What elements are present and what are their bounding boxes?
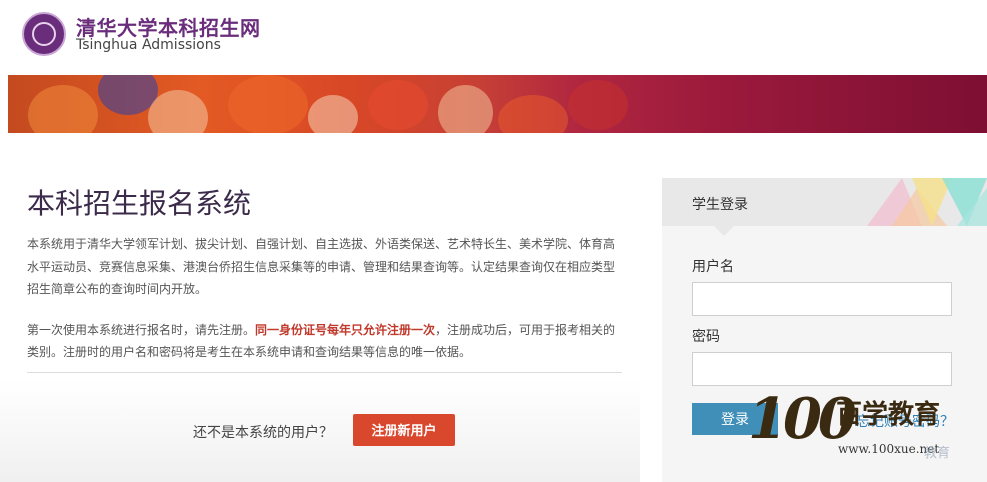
- tsinghua-logo-icon[interactable]: [22, 12, 66, 56]
- register-button[interactable]: 注册新用户: [353, 414, 455, 446]
- login-title: 学生登录: [692, 197, 748, 213]
- password-label: 密码: [692, 329, 720, 345]
- login-header-pointer: [714, 226, 734, 236]
- decorative-triangles-icon: [867, 178, 987, 226]
- desc2-prefix: 第一次使用本系统进行报名时，请先注册。: [27, 322, 256, 337]
- brand-name-en[interactable]: Tsinghua Admissions: [76, 37, 221, 53]
- login-header: 学生登录: [662, 178, 987, 226]
- content-divider: [27, 372, 622, 373]
- site-header: 清华大学本科招生网 Tsinghua Admissions: [0, 0, 987, 70]
- description-paragraph-2: 第一次使用本系统进行报名时，请先注册。同一身份证号每年只允许注册一次，注册成功后…: [27, 319, 622, 364]
- system-description: 本系统用于清华大学领军计划、拔尖计划、自强计划、自主选拔、外语类保送、艺术特长生…: [27, 233, 622, 364]
- desc2-highlight: 同一身份证号每年只允许注册一次: [255, 322, 436, 337]
- register-prompt: 还不是本系统的用户？: [193, 425, 333, 441]
- password-input[interactable]: [692, 352, 952, 386]
- username-label: 用户名: [692, 259, 734, 275]
- watermark-name: 百学教育: [836, 400, 941, 430]
- watermark-tail: 教育: [924, 446, 951, 461]
- username-input[interactable]: [692, 282, 952, 316]
- page-title: 本科招生报名系统: [27, 187, 252, 220]
- description-paragraph-1: 本系统用于清华大学领军计划、拔尖计划、自强计划、自主选拔、外语类保送、艺术特长生…: [27, 237, 616, 296]
- watermark-logo: 100 百学教育 www.100xue.net 教育: [748, 386, 978, 466]
- hero-banner: [8, 75, 987, 133]
